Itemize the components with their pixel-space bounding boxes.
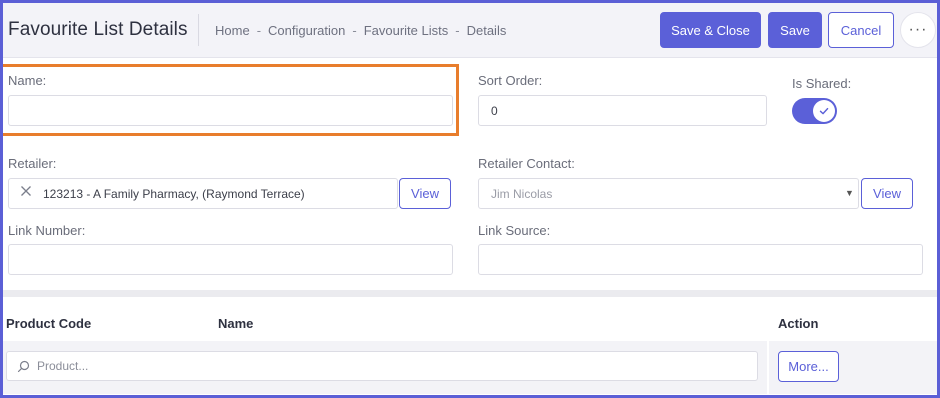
more-button[interactable]: More... xyxy=(778,351,839,382)
more-options-button[interactable]: ··· xyxy=(900,12,936,48)
section-divider xyxy=(0,290,940,297)
product-search-input[interactable]: Product... xyxy=(6,351,758,381)
is-shared-toggle[interactable] xyxy=(792,98,837,124)
retailer-view-button[interactable]: View xyxy=(399,178,451,209)
breadcrumb-separator: - xyxy=(352,23,357,38)
header-divider xyxy=(198,14,199,46)
breadcrumb-favourite-lists[interactable]: Favourite Lists xyxy=(364,23,449,38)
retailer-value: 123213 - A Family Pharmacy, (Raymond Ter… xyxy=(43,186,305,201)
search-icon xyxy=(17,360,30,372)
sort-order-label: Sort Order: xyxy=(478,73,543,88)
product-search-placeholder: Product... xyxy=(37,359,89,373)
clear-icon[interactable] xyxy=(20,185,32,201)
link-number-label: Link Number: xyxy=(8,223,86,238)
link-number-input[interactable] xyxy=(8,244,453,275)
page-title: Favourite List Details xyxy=(8,19,188,40)
save-close-button[interactable]: Save & Close xyxy=(660,12,761,48)
breadcrumb-configuration[interactable]: Configuration xyxy=(268,23,345,38)
check-icon xyxy=(813,100,835,122)
column-divider xyxy=(767,341,769,394)
chevron-down-icon: ▼ xyxy=(845,188,854,198)
is-shared-label: Is Shared: xyxy=(792,76,852,91)
retailer-select[interactable]: 123213 - A Family Pharmacy, (Raymond Ter… xyxy=(8,178,398,209)
retailer-contact-select[interactable]: Jim Nicolas xyxy=(478,178,859,209)
link-source-input[interactable] xyxy=(478,244,923,275)
page-header: Favourite List Details Home - Configurat… xyxy=(0,0,940,58)
retailer-label: Retailer: xyxy=(8,156,57,171)
column-header-action: Action xyxy=(778,316,819,331)
breadcrumb: Home - Configuration - Favourite Lists -… xyxy=(215,23,506,38)
save-button[interactable]: Save xyxy=(768,12,822,48)
sort-order-input[interactable]: 0 xyxy=(478,95,767,126)
retailer-contact-label: Retailer Contact: xyxy=(478,156,575,171)
retailer-contact-view-button[interactable]: View xyxy=(861,178,913,209)
breadcrumb-separator: - xyxy=(256,23,262,38)
name-input[interactable] xyxy=(8,95,453,126)
breadcrumb-separator: - xyxy=(455,23,460,38)
cancel-button[interactable]: Cancel xyxy=(828,12,894,48)
link-source-label: Link Source: xyxy=(478,223,551,238)
column-header-name: Name xyxy=(218,316,254,331)
breadcrumb-details: Details xyxy=(466,23,507,38)
breadcrumb-home[interactable]: Home xyxy=(215,23,250,38)
column-header-product-code: Product Code xyxy=(6,316,92,331)
name-label: Name: xyxy=(8,73,47,88)
retailer-contact-value: Jim Nicolas xyxy=(491,186,553,201)
